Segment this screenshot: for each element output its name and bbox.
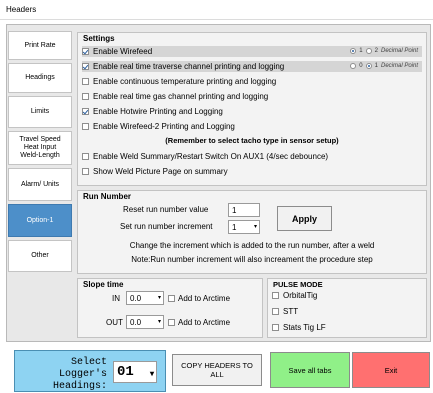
checkbox[interactable] [82, 123, 89, 130]
radio-option-1[interactable] [365, 63, 372, 69]
window-titlebar: Headers [0, 0, 433, 20]
pulse-row-orbitaltig[interactable]: OrbitalTig [272, 290, 422, 301]
logger-label: Select Logger's Headings: [52, 357, 107, 392]
tab-label: Print Rate [24, 41, 56, 49]
pulse-title: PULSE MODE [273, 280, 323, 289]
apply-button[interactable]: Apply [277, 206, 332, 231]
radio-suffix: Decimal Point [380, 48, 418, 54]
tab-label: Travel Speed Heat Input Weld-Length [19, 136, 61, 159]
pulse-label: OrbitalTig [283, 291, 318, 300]
slope-in-select[interactable]: 0.0 ▾ [126, 291, 164, 305]
tab-other[interactable]: Other [8, 240, 72, 272]
setting-label: Show Weld Picture Page on summary [93, 167, 228, 176]
checkbox[interactable] [272, 292, 279, 299]
logger-select[interactable]: 01 ▾ [113, 361, 157, 383]
run-info-1: Change the increment which is added to t… [129, 241, 375, 250]
setting-label: Enable real time traverse channel printi… [93, 62, 285, 71]
pulse-mode-group: PULSE MODE OrbitalTig STT Stats Tig LF [267, 278, 427, 338]
radio-label: 0 [359, 63, 363, 69]
tab-option-1[interactable]: Option-1 [8, 204, 72, 237]
tab-label: Option-1 [26, 216, 54, 224]
radio-label: 1 [374, 63, 378, 69]
settings-group: Settings Enable Wirefeed 1 2 Decimal Poi… [77, 32, 427, 186]
radio-label: 1 [359, 48, 363, 54]
radio-option-2[interactable] [365, 48, 372, 54]
radio-label: 2 [374, 48, 378, 54]
setting-label: Enable Hotwire Printing and Logging [93, 107, 223, 116]
increment-label: Set run number increment [120, 222, 213, 231]
slope-title: Slope time [83, 280, 124, 289]
checkbox[interactable] [82, 153, 89, 160]
traverse-decimal-radio: 0 1 Decimal Point [350, 63, 418, 69]
tab-label: Alarm/ Units [20, 180, 60, 188]
reset-value-input[interactable]: 1 [228, 203, 260, 217]
run-number-group: Run Number Reset run number value 1 Set … [77, 190, 427, 274]
settings-title: Settings [83, 34, 115, 43]
run-info-2: Note:Run number increment will also incr… [131, 255, 373, 264]
slope-out-label: OUT [106, 318, 123, 327]
reset-label: Reset run number value [123, 205, 209, 214]
slope-out-add-checkbox[interactable] [168, 319, 175, 326]
wirefeed-decimal-radio: 1 2 Decimal Point [350, 48, 418, 54]
tab-headings[interactable]: Headings [8, 63, 72, 93]
reset-value: 1 [232, 205, 237, 215]
checkbox[interactable] [82, 168, 89, 175]
setting-label: Enable real time gas channel printing an… [93, 92, 269, 101]
setting-row-weld-summary[interactable]: Enable Weld Summary/Restart Switch On AU… [82, 151, 422, 162]
tab-alarm-units[interactable]: Alarm/ Units [8, 168, 72, 201]
increment-value: 1 [232, 222, 237, 232]
setting-row-wirefeed-2[interactable]: Enable Wirefeed-2 Printing and Logging [82, 121, 422, 132]
setting-label: Enable Wirefeed [93, 47, 153, 56]
setting-label: Enable Weld Summary/Restart Switch On AU… [93, 152, 329, 161]
tab-print-rate[interactable]: Print Rate [8, 31, 72, 60]
setting-row-hotwire[interactable]: Enable Hotwire Printing and Logging [82, 106, 422, 117]
tab-label: Other [31, 252, 49, 259]
tab-travel-speed[interactable]: Travel Speed Heat Input Weld-Length [8, 131, 72, 165]
slope-out-select[interactable]: 0.0 ▾ [126, 315, 164, 329]
checkbox[interactable] [272, 308, 279, 315]
chevron-down-icon: ▾ [149, 370, 154, 379]
radio-option-0[interactable] [350, 63, 357, 69]
slope-in-add-checkbox[interactable] [168, 295, 175, 302]
slope-in-value: 0.0 [130, 293, 142, 303]
pulse-row-stats-tig[interactable]: Stats Tig LF [272, 322, 422, 333]
checkbox[interactable] [82, 93, 89, 100]
pulse-row-stt[interactable]: STT [272, 306, 422, 317]
radio-suffix: Decimal Point [380, 63, 418, 69]
tab-label: Headings [25, 74, 55, 81]
setting-label: Enable continuous temperature printing a… [93, 77, 277, 86]
slope-in-add-label: Add to Arctime [178, 294, 231, 303]
pulse-label: STT [283, 307, 299, 316]
window-title: Headers [6, 5, 37, 14]
checkbox[interactable] [272, 324, 279, 331]
save-all-button[interactable]: Save all tabs [270, 352, 350, 388]
slope-time-group: Slope time IN 0.0 ▾ Add to Arctime OUT 0… [77, 278, 263, 338]
radio-option-1[interactable] [350, 48, 357, 54]
logger-value: 01 [117, 364, 134, 380]
increment-select[interactable]: 1 ▾ [228, 220, 260, 234]
checkbox[interactable] [82, 78, 89, 85]
setting-row-temperature[interactable]: Enable continuous temperature printing a… [82, 76, 422, 87]
chevron-down-icon: ▾ [157, 319, 161, 325]
setting-label: Enable Wirefeed-2 Printing and Logging [93, 122, 235, 131]
slope-in-label: IN [112, 294, 120, 303]
run-number-title: Run Number [83, 192, 131, 201]
tab-limits[interactable]: Limits [8, 96, 72, 128]
slope-out-add-label: Add to Arctime [178, 318, 231, 327]
tab-label: Limits [30, 108, 50, 115]
footer: Select Logger's Headings: 01 ▾ COPY HEAD… [0, 346, 433, 392]
chevron-down-icon: ▾ [157, 295, 161, 301]
checkbox[interactable] [82, 63, 89, 70]
setting-row-gas[interactable]: Enable real time gas channel printing an… [82, 91, 422, 102]
setting-row-weld-picture[interactable]: Show Weld Picture Page on summary [82, 166, 422, 177]
exit-button[interactable]: Exit [352, 352, 430, 388]
pulse-label: Stats Tig LF [283, 323, 326, 332]
checkbox[interactable] [82, 108, 89, 115]
checkbox[interactable] [82, 48, 89, 55]
logger-panel: Select Logger's Headings: 01 ▾ [14, 350, 166, 392]
copy-headers-button[interactable]: COPY HEADERS TO ALL [172, 354, 262, 386]
chevron-down-icon: ▾ [253, 224, 257, 230]
slope-out-value: 0.0 [130, 317, 142, 327]
tacho-note: (Remember to select tacho type in sensor… [165, 136, 339, 145]
